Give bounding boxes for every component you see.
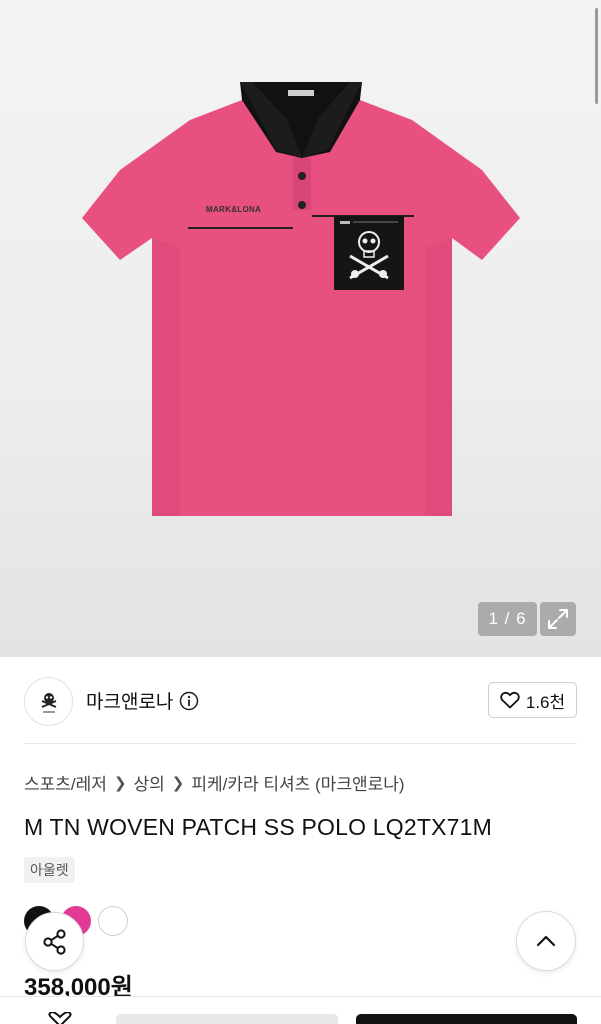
breadcrumb-item-sports[interactable]: 스포츠/레저 <box>24 770 107 795</box>
chevron-right-icon: ❯ <box>113 774 127 792</box>
cart-button[interactable] <box>116 1014 338 1024</box>
wishlist-heart-icon[interactable] <box>44 1012 76 1024</box>
heart-icon <box>500 691 520 709</box>
brand-logo[interactable] <box>24 677 73 726</box>
expand-icon <box>548 609 568 629</box>
info-icon[interactable] <box>179 691 199 711</box>
buy-button[interactable] <box>356 1014 577 1024</box>
chevron-right-icon: ❯ <box>171 774 185 792</box>
product-photo-polo-shirt: MARK&LONA <box>82 82 520 516</box>
like-count: 1.6천 <box>525 692 566 712</box>
skull-crossbones-icon <box>41 692 56 713</box>
divider <box>24 743 577 744</box>
product-image-carousel[interactable]: MARK&LONA 1 / 6 <box>0 0 601 657</box>
scroll-to-top-button[interactable] <box>516 911 576 971</box>
chevron-up-icon <box>536 935 556 947</box>
share-button[interactable] <box>25 912 84 971</box>
brand-name: 마크앤로나 <box>86 692 174 713</box>
product-title: M TN WOVEN PATCH SS POLO LQ2TX71M <box>24 814 492 840</box>
color-swatch-white[interactable] <box>98 906 128 936</box>
breadcrumb-item-tops[interactable]: 상의 <box>134 770 165 795</box>
page-scrollbar[interactable] <box>595 8 598 104</box>
brand-name-link[interactable]: 마크앤로나 <box>86 687 199 714</box>
image-counter: 1 / 6 <box>478 602 537 636</box>
chest-print-text: MARK&LONA <box>206 205 261 214</box>
breadcrumb: 스포츠/레저 ❯ 상의 ❯ 피케/카라 티셔츠 (마크앤로나) <box>24 770 405 795</box>
share-icon <box>42 928 66 955</box>
outlet-badge: 아울렛 <box>24 857 75 883</box>
like-button[interactable]: 1.6천 <box>488 682 577 718</box>
breadcrumb-item-polo[interactable]: 피케/카라 티셔츠 (마크앤로나) <box>191 770 404 795</box>
expand-image-button[interactable] <box>540 602 576 636</box>
